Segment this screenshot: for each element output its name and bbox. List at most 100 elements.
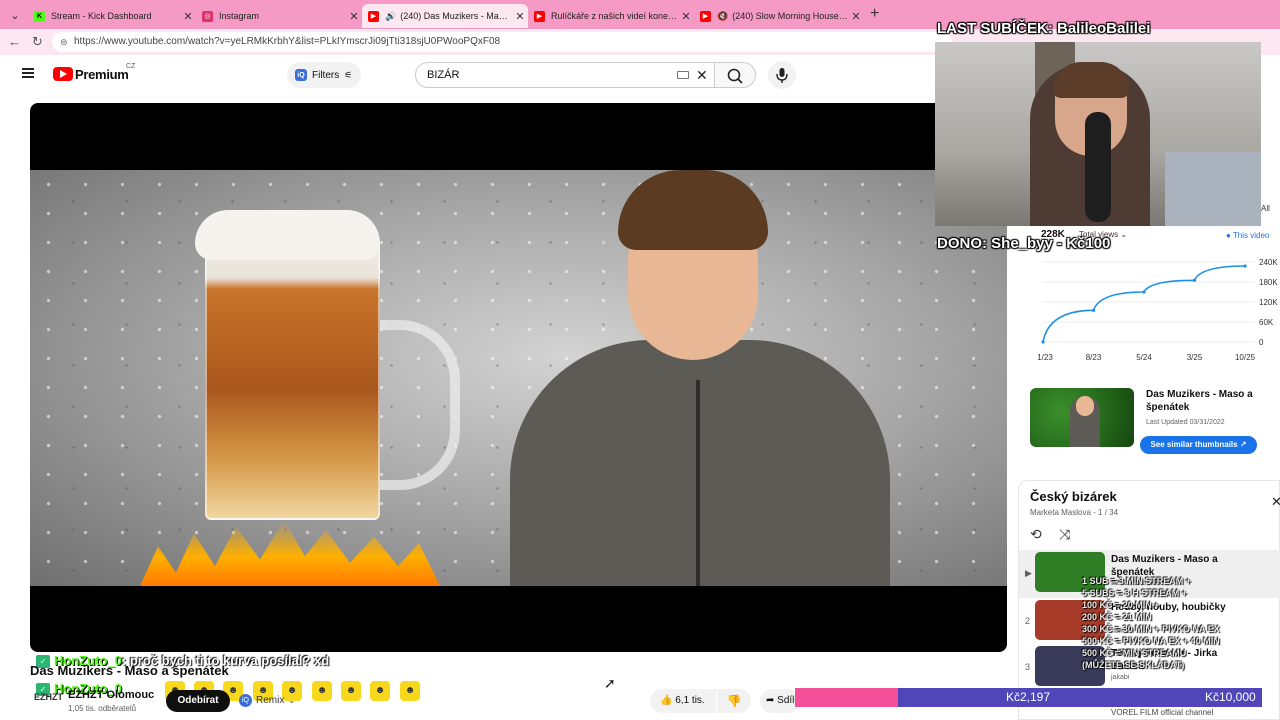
playlist-owner: Marketa Maslova - 1 / 34 xyxy=(1030,508,1119,517)
this-video-label: This video xyxy=(1232,231,1270,240)
region-code: CZ xyxy=(126,63,136,70)
sliders-icon: ⚟ xyxy=(344,69,353,80)
chart-y-tick-label: 0 xyxy=(1259,338,1264,347)
see-similar-thumbnails-button[interactable]: See similar thumbnails ↗ xyxy=(1140,436,1257,454)
like-button[interactable]: 👍 6,1 tis. xyxy=(650,689,716,713)
playlist-item-index: 2 xyxy=(1025,616,1031,626)
chevron-down-icon: ⌄ xyxy=(288,696,296,705)
chat-emote-icon: ☻ xyxy=(341,681,361,701)
youtube-logo-icon[interactable] xyxy=(53,67,73,81)
filters-button[interactable]: iQ Filters ⚟ xyxy=(287,62,361,88)
remix-button[interactable]: iQ Remix ⌄ xyxy=(239,694,295,707)
streamer-webcam xyxy=(935,42,1261,226)
streamer-microphone xyxy=(1085,112,1111,222)
stream-rule-line: 500 KČ = MIN STREAMU xyxy=(1082,648,1187,658)
see-similar-label: See similar thumbnails xyxy=(1150,440,1238,449)
new-tab-button[interactable]: + xyxy=(870,5,879,23)
close-icon[interactable]: ✕ xyxy=(678,10,694,23)
playlist-item-index: 3 xyxy=(1025,662,1031,672)
streamer-hair xyxy=(1053,62,1129,98)
thumbnail-card-title: Das Muzikers - Maso a špenátek xyxy=(1146,389,1253,413)
filter-extension-icon: iQ xyxy=(295,69,307,81)
youtube-premium-logo[interactable]: Premium xyxy=(75,67,129,82)
subscribe-button[interactable]: Odebírat xyxy=(166,690,230,712)
last-donation-overlay: DONO: She_byy - Kč100 xyxy=(937,235,1111,252)
tab-title: (240) Slow Morning House M xyxy=(732,11,848,21)
beer-mug-handle xyxy=(370,320,460,490)
last-sub-overlay: LAST SUBÍČEK: BalileoBalilei xyxy=(937,20,1151,37)
donation-goal-progress xyxy=(795,688,898,707)
all-filter-chip[interactable]: All xyxy=(1261,204,1270,213)
stream-rule-line: 300 KČ = 30 MIN + PIVKO NA EX xyxy=(1082,624,1220,634)
url-text: https://www.youtube.com/watch?v=yeLRMkKr… xyxy=(74,36,501,47)
tab-list-chevron-icon[interactable]: ⌄ xyxy=(6,6,24,24)
tab-rulickare[interactable]: ▶ Rulíčkáře z našich videí konečně ď ✕ xyxy=(528,4,694,28)
site-info-icon[interactable]: ⊜ xyxy=(60,32,68,52)
thumbs-down-icon: 👎 xyxy=(726,694,742,708)
search-input[interactable]: BIZÁR ✕ xyxy=(415,62,715,88)
clear-search-icon[interactable]: ✕ xyxy=(696,63,708,87)
close-icon[interactable]: ✕ xyxy=(346,10,362,23)
views-chart-svg: 0 60K 120K 180K 240K 1/23 8/23 5/24 3/25 10/25 xyxy=(1037,258,1278,362)
stream-rule-line: (MŮŽETE SE SKLÁDAT) xyxy=(1082,660,1185,670)
search-button[interactable] xyxy=(714,62,756,88)
shuffle-icon[interactable]: ⤨ xyxy=(1059,526,1070,543)
tab-slow-morning-house[interactable]: ▶ 🔇 (240) Slow Morning House M ✕ xyxy=(694,4,864,28)
chart-y-tick-label: 120K xyxy=(1259,298,1278,307)
stream-rule-line: 1 SUB = 3 MIN STREAM + xyxy=(1082,576,1192,586)
chat-emote-icon: ☻ xyxy=(400,681,420,701)
instagram-icon: ◎ xyxy=(202,10,213,22)
chart-x-tick-label: 5/24 xyxy=(1136,353,1152,362)
muted-speaker-icon[interactable]: 🔇 xyxy=(717,11,728,22)
stream-rule-line: 500 KČ = PIVKO NA EX + 40 MIN xyxy=(1082,636,1220,646)
video-frame xyxy=(30,170,1007,586)
menu-hamburger-icon[interactable] xyxy=(22,68,34,78)
hair xyxy=(618,170,768,250)
video-thumbnail-card[interactable] xyxy=(1030,388,1134,447)
like-count: 6,1 tis. xyxy=(675,695,705,706)
views-line-chart: 0 60K 120K 180K 240K 1/23 8/23 5/24 3/25 10/25 xyxy=(1035,250,1280,370)
remix-label: Remix xyxy=(256,695,285,706)
close-icon[interactable]: ✕ xyxy=(848,10,864,23)
hoodie xyxy=(510,340,890,586)
channel-name[interactable]: EZHZT Olomouc xyxy=(68,689,154,701)
loop-icon[interactable]: ⟲ xyxy=(1030,526,1042,543)
views-series-line xyxy=(1042,265,1246,343)
speaker-icon[interactable]: 🔊 xyxy=(385,11,396,22)
chart-y-tick-label: 60K xyxy=(1259,318,1274,327)
chevron-down-icon: ⌄ xyxy=(1120,230,1128,239)
close-playlist-icon[interactable]: ✕ xyxy=(1271,494,1280,510)
share-button[interactable]: ➦ Sdílet xyxy=(760,689,800,713)
reload-icon[interactable]: ↻ xyxy=(32,34,43,50)
views-data-point xyxy=(1142,290,1146,294)
microphone-icon xyxy=(776,68,788,83)
close-icon[interactable]: ✕ xyxy=(180,10,196,23)
tab-instagram[interactable]: ◎ Instagram ✕ xyxy=(196,4,362,28)
kick-icon: K xyxy=(34,10,45,22)
remix-icon: iQ xyxy=(239,694,252,707)
youtube-icon: ▶ xyxy=(700,10,711,22)
chat-emote-icon: ☻ xyxy=(312,681,332,701)
webcam-bed xyxy=(1165,152,1261,226)
filters-label: Filters xyxy=(312,69,340,81)
back-arrow-icon[interactable]: ← xyxy=(8,34,21,49)
address-bar[interactable]: ⊜ https://www.youtube.com/watch?v=yeLRMk… xyxy=(52,32,952,52)
channel-avatar[interactable]: EZHZT xyxy=(34,692,63,702)
video-player[interactable] xyxy=(30,103,1007,652)
voice-search-button[interactable] xyxy=(768,61,796,89)
thumb-figure-head xyxy=(1076,396,1094,416)
tab-title: Stream - Kick Dashboard xyxy=(51,11,152,21)
share-arrow-icon: ➦ xyxy=(766,695,775,706)
tab-title: Instagram xyxy=(219,11,260,21)
dislike-button[interactable]: 👎 xyxy=(717,689,751,713)
search-value: BIZÁR xyxy=(427,69,460,81)
stream-rules-overlay: 1 SUB = 3 MIN STREAM + 5 SUBS = 3 H STRE… xyxy=(1082,575,1220,671)
playlist-title[interactable]: Český bizárek xyxy=(1030,489,1117,504)
this-video-legend: ● This video xyxy=(1226,231,1270,240)
close-icon[interactable]: ✕ xyxy=(512,10,528,23)
tab-das-muzikers[interactable]: ▶ 🔊 (240) Das Muzikers - Maso a š ✕ xyxy=(362,4,528,28)
singer-figure xyxy=(510,170,890,586)
tab-kick-dashboard[interactable]: K Stream - Kick Dashboard ✕ xyxy=(28,4,196,28)
keyboard-icon[interactable] xyxy=(677,71,689,79)
chart-x-tick-label: 3/25 xyxy=(1187,353,1203,362)
